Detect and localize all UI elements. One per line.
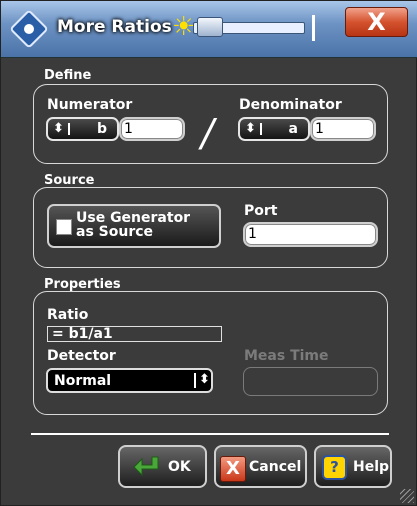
spin-arrows-icon: ⬍ (245, 121, 256, 136)
port-label: Port (244, 203, 278, 219)
numerator-input[interactable]: 1 (119, 117, 185, 141)
brightness-icon: ☀ (172, 12, 196, 42)
detector-select[interactable]: Normal ⬍ (46, 368, 213, 393)
footer-divider (31, 433, 389, 435)
define-group-label: Define (44, 68, 92, 83)
use-generator-label-line1: Use Generator (76, 210, 191, 226)
close-button[interactable]: X (345, 7, 408, 37)
transparency-slider-thumb[interactable] (197, 17, 223, 37)
detector-label: Detector (47, 348, 116, 364)
port-input[interactable]: 1 (243, 222, 378, 247)
denominator-label: Denominator (239, 97, 342, 113)
use-generator-label: Use Generator as Source (76, 211, 190, 239)
denominator-select-value: a (288, 121, 298, 137)
ratio-label: Ratio (47, 307, 89, 323)
ok-label: OK (168, 459, 191, 475)
slider-end-marker (312, 15, 315, 41)
meas-time-label: Meas Time (244, 348, 329, 364)
cancel-icon: X (220, 456, 246, 482)
numerator-select-value: b (96, 121, 107, 137)
app-icon[interactable] (9, 9, 49, 49)
use-generator-button[interactable]: Use Generator as Source (47, 204, 221, 248)
ok-arrow-icon (133, 456, 159, 477)
ratio-divider: / (201, 111, 214, 155)
denominator-input[interactable]: 1 (310, 117, 376, 141)
spin-arrows-icon: ⬍ (199, 372, 210, 387)
help-label: Help (353, 459, 390, 475)
spin-arrows-icon: ⬍ (53, 121, 64, 136)
numerator-select[interactable]: ⬍ b (46, 117, 119, 141)
properties-group-label: Properties (44, 277, 121, 292)
help-button[interactable]: ? Help (314, 445, 392, 488)
cancel-label: Cancel (249, 459, 302, 475)
window-title: More Ratios (57, 17, 172, 37)
more-ratios-dialog: More Ratios ☀ X Define Numerator ⬍ b 1 /… (0, 0, 417, 506)
resize-grip[interactable] (400, 489, 414, 503)
use-generator-label-line2: as Source (76, 224, 154, 240)
detector-select-value: Normal (54, 373, 112, 389)
help-icon: ? (322, 455, 347, 480)
title-bar[interactable]: More Ratios ☀ X (1, 1, 417, 58)
denominator-select[interactable]: ⬍ a (238, 117, 310, 141)
meas-time-input (243, 367, 378, 396)
source-group-label: Source (44, 173, 95, 188)
spin-separator (68, 123, 70, 135)
cancel-button[interactable]: X Cancel (214, 445, 307, 488)
spin-separator (260, 123, 262, 135)
ok-button[interactable]: OK (118, 445, 207, 488)
checkbox-icon[interactable] (56, 219, 72, 235)
spin-separator (194, 373, 196, 388)
ratio-value: = b1/a1 (47, 326, 222, 342)
numerator-label: Numerator (47, 97, 133, 113)
